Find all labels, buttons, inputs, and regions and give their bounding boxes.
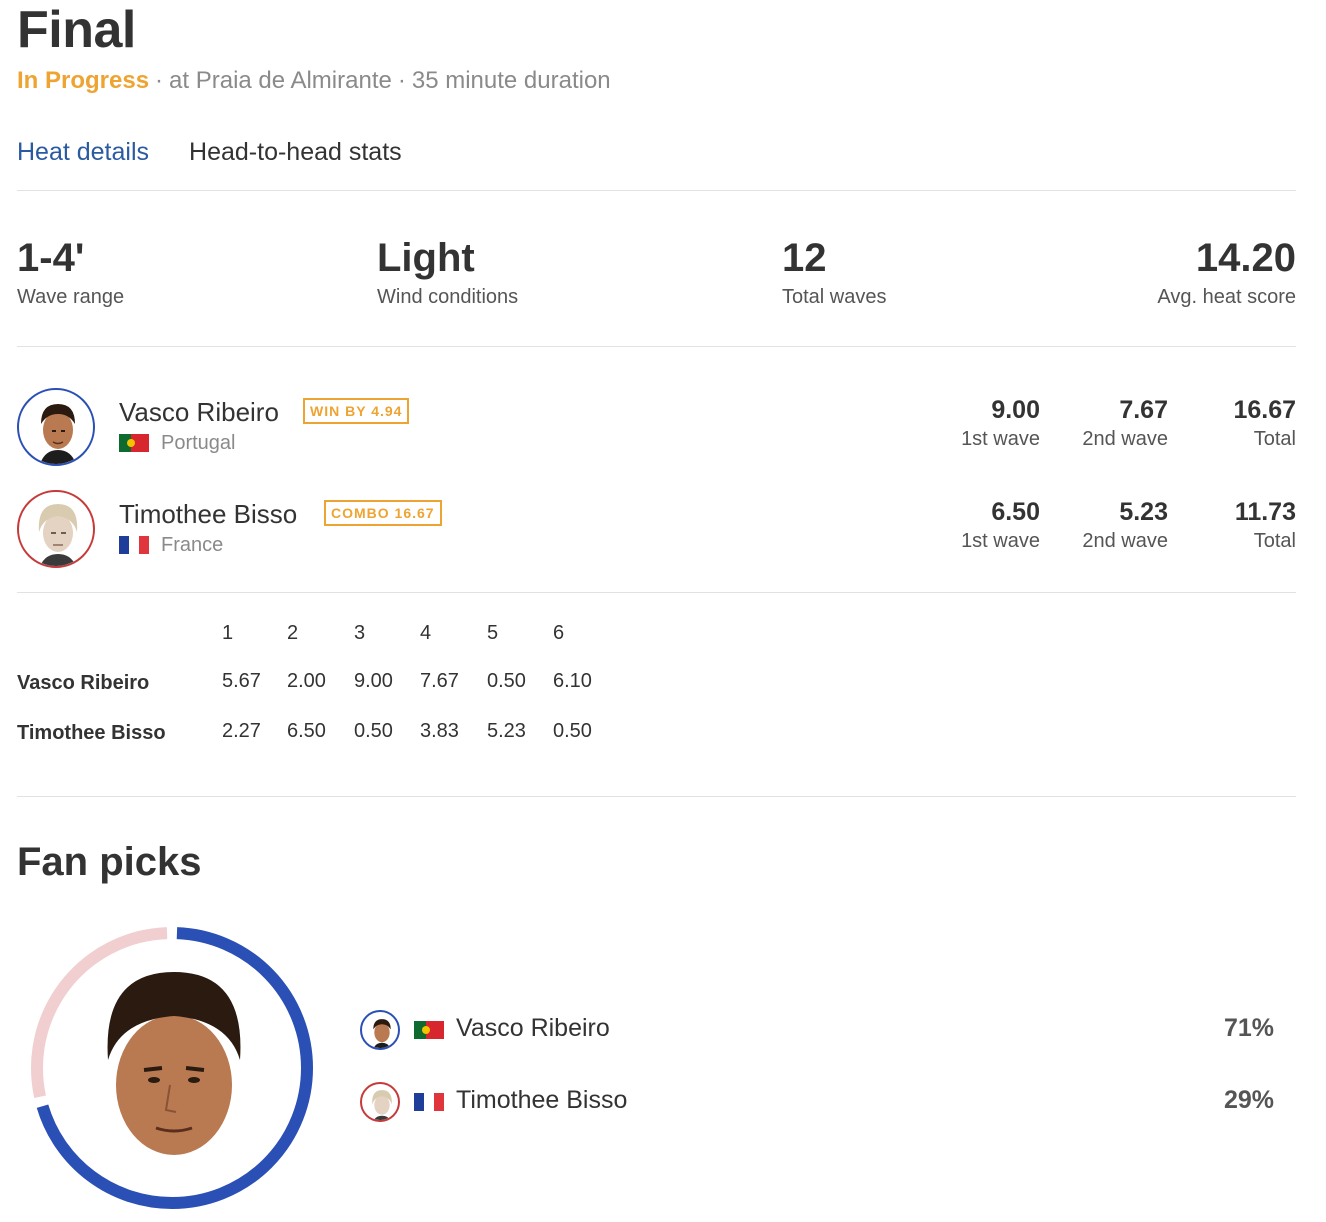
surfer-photo-icon (372, 1090, 392, 1120)
stat-avg-heat-score: 14.20 Avg. heat score (1157, 234, 1296, 310)
tab-head-to-head-stats[interactable]: Head-to-head stats (189, 136, 402, 168)
fan-pick-name: Vasco Ribeiro (456, 1014, 610, 1042)
score-label: Total (1253, 428, 1296, 450)
fan-picks-title: Fan picks (17, 840, 202, 884)
score-value: 11.73 (1234, 498, 1296, 526)
wave-number: 5 (487, 622, 499, 644)
score-value: 9.00 (991, 396, 1040, 424)
avatar[interactable] (17, 490, 95, 568)
wave-number: 6 (553, 622, 565, 644)
total-score: 16.67 Total (1233, 394, 1296, 452)
featured-surfer-photo-icon (107, 972, 241, 1155)
score-label: 1st wave (961, 428, 1040, 450)
wave-score-counted: 6.50 (287, 720, 326, 742)
avatar (360, 1082, 400, 1122)
stat-wind-conditions: Light Wind conditions (377, 234, 518, 310)
stat-total-waves: 12 Total waves (782, 234, 887, 310)
stat-label: Wind conditions (377, 286, 519, 308)
stat-value: 14.20 (1195, 236, 1296, 280)
divider (17, 592, 1296, 593)
wave-number: 1 (222, 622, 234, 644)
score-label: 2nd wave (1082, 530, 1168, 552)
wave-score: 0.50 (553, 720, 592, 742)
wave-score: 2.27 (222, 720, 261, 742)
fan-picks-donut (30, 927, 313, 1209)
wave-score-counted: 7.67 (420, 670, 459, 692)
score-value: 5.23 (1119, 498, 1168, 526)
stat-label: Total waves (782, 286, 887, 308)
france-flag-icon (119, 536, 149, 554)
score-value: 16.67 (1233, 396, 1296, 424)
wave-number: 4 (420, 622, 432, 644)
surfer-country: France (119, 532, 223, 558)
wave-number: 3 (354, 622, 366, 644)
surfer-photo-icon (40, 404, 76, 464)
divider (17, 796, 1296, 797)
wave-score: 0.50 (354, 720, 393, 742)
wave-score: 5.67 (222, 670, 261, 692)
status-badge: COMBO 16.67 (324, 500, 442, 526)
portugal-flag-icon (119, 434, 149, 452)
avatar (360, 1010, 400, 1050)
surfer-row-vasco-ribeiro[interactable]: Vasco Ribeiro WIN BY 4.94 Portugal 9.00 … (17, 388, 1296, 468)
surfer-name[interactable]: Timothee Bisso (119, 498, 297, 530)
total-score: 11.73 Total (1235, 496, 1296, 554)
france-flag-icon (414, 1093, 444, 1111)
surfer-name[interactable]: Vasco Ribeiro (119, 396, 279, 428)
tab-heat-details[interactable]: Heat details (17, 136, 149, 168)
wave-1-score: 6.50 1st wave (961, 496, 1040, 554)
portugal-flag-icon (414, 1021, 444, 1039)
country-name: France (161, 534, 224, 556)
score-label: 1st wave (961, 530, 1040, 552)
status-badge: WIN BY 4.94 (303, 398, 410, 424)
stat-value: Light (377, 236, 475, 280)
fan-pick-vasco-ribeiro[interactable]: Vasco Ribeiro 71% (360, 1010, 1280, 1050)
wave-1-score: 9.00 1st wave (961, 394, 1040, 452)
stat-wave-range: 1-4' Wave range (17, 234, 124, 310)
wave-number: 2 (287, 622, 299, 644)
heat-status: In Progress (17, 67, 150, 94)
wave-score-counted: 5.23 (487, 720, 526, 742)
surfer-country: Portugal (119, 430, 236, 456)
country-name: Portugal (161, 432, 236, 454)
wave-score: 2.00 (287, 670, 326, 692)
stat-value: 12 (782, 236, 827, 280)
score-value: 7.67 (1119, 396, 1168, 424)
fan-pick-percent: 71% (1223, 1014, 1274, 1042)
row-surfer-name: Vasco Ribeiro (17, 672, 150, 694)
score-value: 6.50 (991, 498, 1040, 526)
divider (17, 190, 1296, 191)
heat-title: Final (17, 1, 136, 59)
avatar[interactable] (17, 388, 95, 466)
stat-label: Avg. heat score (1157, 286, 1296, 308)
fan-pick-name: Timothee Bisso (456, 1086, 628, 1114)
fan-pick-timothee-bisso[interactable]: Timothee Bisso 29% (360, 1082, 1280, 1122)
surfer-row-timothee-bisso[interactable]: Timothee Bisso COMBO 16.67 France 6.50 1… (17, 490, 1296, 570)
wave-2-score: 5.23 2nd wave (1082, 496, 1168, 554)
wave-score-counted: 9.00 (354, 670, 393, 692)
tab-bar: Heat details Head-to-head stats (17, 136, 402, 168)
wave-score: 0.50 (487, 670, 526, 692)
score-label: 2nd wave (1082, 428, 1168, 450)
surfer-photo-icon (38, 504, 78, 566)
heat-location: at Praia de Almirante (169, 67, 392, 94)
stat-value: 1-4' (17, 236, 85, 280)
wave-score: 3.83 (420, 720, 459, 742)
heat-duration: 35 minute duration (411, 67, 611, 94)
heat-subline: In Progress · at Praia de Almirante · 35 min… (17, 67, 611, 94)
row-surfer-name: Timothee Bisso (17, 722, 166, 744)
wave-2-score: 7.67 2nd wave (1082, 394, 1168, 452)
divider (17, 346, 1296, 347)
surfer-photo-icon (373, 1019, 391, 1048)
wave-score: 6.10 (553, 670, 592, 692)
score-label: Total (1253, 530, 1296, 552)
stat-label: Wave range (17, 286, 125, 308)
fan-pick-percent: 29% (1223, 1086, 1274, 1114)
